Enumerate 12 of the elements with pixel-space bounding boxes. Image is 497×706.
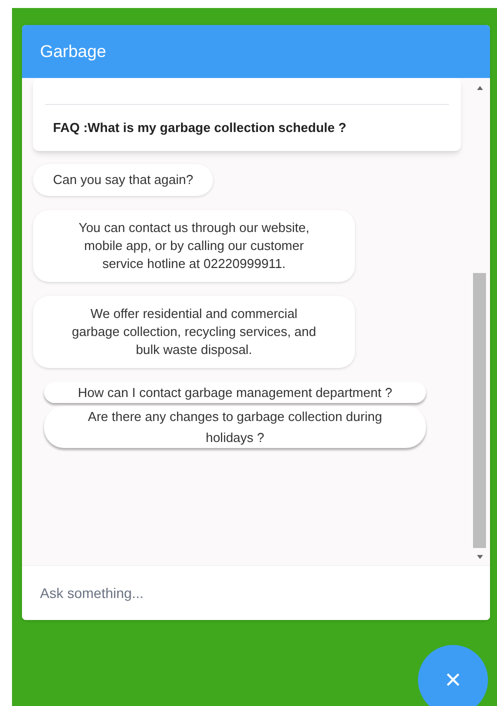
scrollbar-thumb[interactable]: [473, 273, 486, 548]
scroll-down-icon[interactable]: [476, 555, 482, 559]
window-title: Garbage: [40, 40, 106, 63]
suggestion-chip[interactable]: Are there any changes to garbage collection during holidays ?: [44, 406, 426, 448]
bot-message: We offer residential and commercial garbage collection, recycling services, and bulk waste disposal.: [33, 296, 355, 368]
faq-question: FAQ :What is my garbage collection schedule ?: [52, 119, 348, 137]
bot-message: Can you say that again?: [33, 164, 214, 196]
faq-card[interactable]: FAQ :What is my garbage collection schedule ?: [33, 78, 461, 150]
message-input-field[interactable]: Ask something...: [40, 582, 472, 604]
bot-message: You can contact us through our website, mobile app, or by calling our customer service hotline at 02220999911.: [33, 210, 355, 282]
scroll-up-icon[interactable]: [476, 86, 482, 90]
suggestion-chip[interactable]: How can I contact garbage management department ?: [44, 382, 426, 402]
